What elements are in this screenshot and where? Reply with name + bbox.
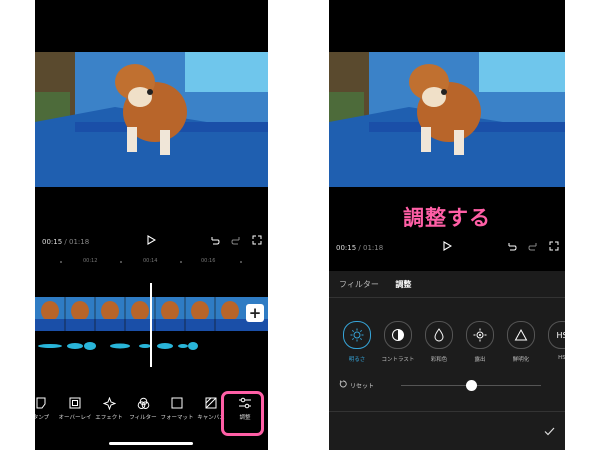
adjust-contrast[interactable]: コントラスト [380, 321, 416, 363]
tool-overlay[interactable]: オーバーレイ [57, 396, 93, 422]
playhead[interactable] [150, 283, 152, 367]
ruler-label: 00:14 [143, 258, 158, 264]
ruler-label: 00:12 [83, 258, 98, 264]
adjust-label: HS [558, 355, 565, 361]
filter-icon [125, 396, 161, 410]
time-display: 00:15 / 01:18 [336, 244, 383, 252]
tool-label: フィルター [129, 415, 157, 421]
brightness-icon [343, 321, 371, 349]
sharpen-icon [507, 321, 535, 349]
adjust-panel: フィルター 調整 明るさ コントラスト 彩和色 露出 鮮明化 H HS リセット [329, 271, 565, 450]
saturation-icon [425, 321, 453, 349]
adjust-hsl[interactable]: HS HS [544, 321, 565, 361]
overlay-icon [57, 396, 93, 410]
timeline-ruler: 00:12 00:14 00:16 [35, 256, 268, 268]
adjust-exposure[interactable]: 露出 [462, 321, 498, 363]
play-icon[interactable] [147, 235, 157, 248]
tool-sticker[interactable]: タンプ [35, 396, 59, 422]
tab-adjust[interactable]: 調整 [395, 279, 411, 290]
divider [329, 411, 565, 412]
total-time: 01:18 [363, 244, 384, 252]
redo-icon[interactable] [528, 241, 538, 254]
adjust-screen: 調整する 00:15 / 01:18 フィルター 調整 明るさ コントラスト 彩… [329, 0, 565, 450]
tool-format[interactable]: フォーマット [159, 396, 195, 422]
divider [329, 297, 565, 298]
video-preview [329, 52, 565, 187]
adjust-label: 彩和色 [430, 357, 448, 363]
current-time: 00:15 [42, 238, 63, 246]
tool-filter[interactable]: フィルター [125, 396, 161, 422]
contrast-icon [384, 321, 412, 349]
reset-label: リセット [350, 382, 375, 390]
current-time: 00:15 [336, 244, 357, 252]
time-display: 00:15 / 01:18 [42, 238, 89, 246]
step-caption: 調整する [403, 206, 491, 230]
total-time: 01:18 [69, 238, 90, 246]
editor-screen: 00:15 / 01:18 00:12 00:14 00:16 + タンプ オー… [35, 0, 268, 450]
tool-effect[interactable]: エフェクト [91, 396, 127, 422]
fullscreen-icon[interactable] [252, 235, 262, 248]
tool-label: フォーマット [160, 415, 194, 421]
panel-tabs: フィルター 調整 [339, 279, 425, 290]
adjust-saturation[interactable]: 彩和色 [421, 321, 457, 363]
sticker-icon [35, 396, 59, 410]
home-indicator [109, 442, 193, 445]
redo-icon[interactable] [231, 235, 241, 248]
tool-label: エフェクト [95, 415, 123, 421]
ruler-label: 00:16 [201, 258, 216, 264]
adjust-slider-thumb[interactable] [465, 380, 477, 391]
undo-icon[interactable] [507, 241, 517, 254]
time-separator: / [64, 238, 67, 246]
time-separator: / [358, 244, 361, 252]
exposure-icon [466, 321, 494, 349]
adjust-label: 鮮明化 [512, 357, 530, 363]
tool-label: オーバーレイ [58, 415, 92, 421]
format-icon [159, 396, 195, 410]
adjust-brightness[interactable]: 明るさ [339, 321, 375, 363]
effect-icon [91, 396, 127, 410]
tab-filter[interactable]: フィルター [339, 279, 379, 290]
adjust-sharpen[interactable]: 鮮明化 [503, 321, 539, 363]
play-icon[interactable] [443, 241, 453, 254]
hsl-icon-text: HS [556, 330, 565, 340]
reset-icon [339, 380, 347, 390]
video-preview [35, 52, 268, 187]
reset-button[interactable]: リセット [339, 380, 374, 390]
tool-label: タンプ [35, 415, 50, 421]
adjust-label: コントラスト [381, 357, 415, 363]
adjust-label: 明るさ [348, 357, 366, 363]
hsl-icon: HS [548, 321, 565, 349]
adjust-label: 露出 [474, 357, 486, 363]
undo-icon[interactable] [210, 235, 220, 248]
adjust-highlight-box [221, 391, 264, 436]
add-clip-button[interactable]: + [246, 304, 264, 322]
confirm-check-icon[interactable] [544, 421, 555, 440]
fullscreen-icon[interactable] [549, 241, 559, 254]
audio-waveform [35, 337, 235, 350]
